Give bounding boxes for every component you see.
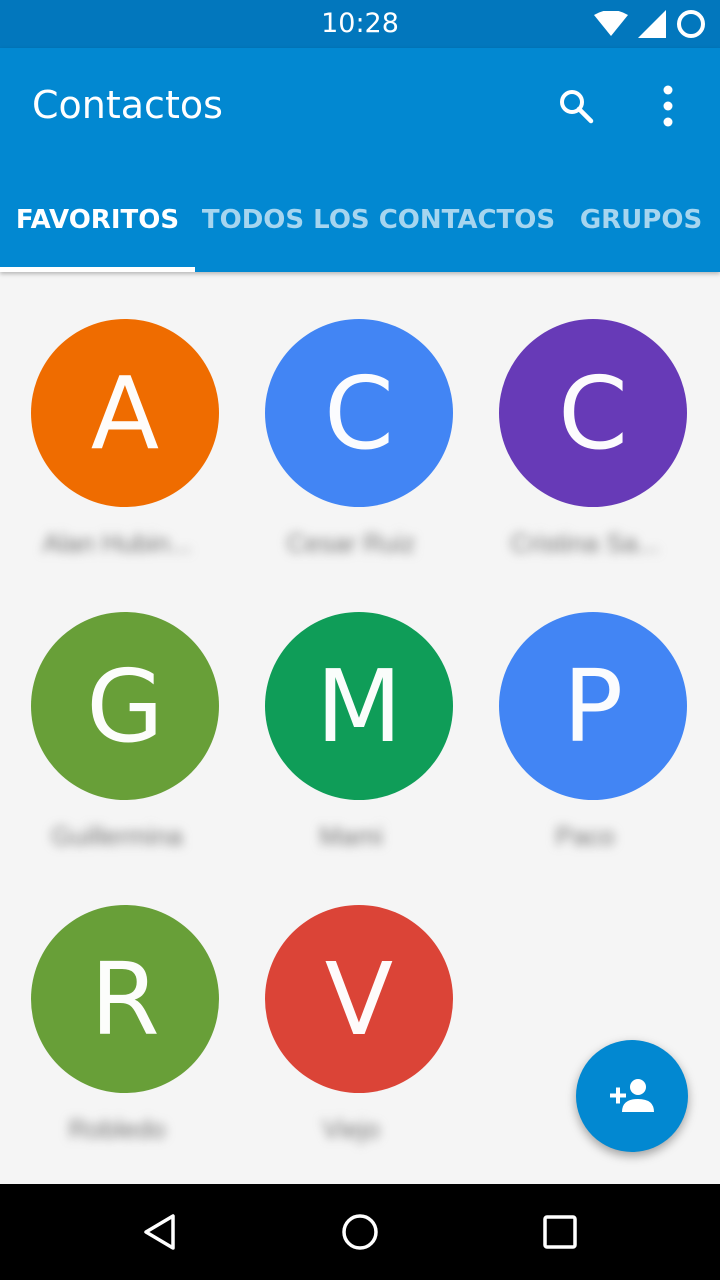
status-icons <box>594 9 706 39</box>
more-options-button[interactable] <box>640 78 696 134</box>
tab-bar: FAVORITOS TODOS LOS CONTACTOS GRUPOS <box>0 168 720 272</box>
avatar-letter: P <box>562 647 624 765</box>
back-icon <box>144 1214 175 1250</box>
contact-name: Cesar Ruiz <box>286 528 416 558</box>
recents-button[interactable] <box>530 1202 590 1262</box>
status-bar: 10:28 <box>0 0 720 48</box>
cell-signal-icon <box>638 10 666 38</box>
favorite-contact-tile[interactable]: R Robledo <box>0 858 234 1151</box>
avatar-letter: M <box>315 647 403 765</box>
contact-avatar: M <box>265 612 453 800</box>
avatar-letter: C <box>324 354 394 472</box>
favorite-contact-tile[interactable]: C Cristina Sa... <box>468 272 702 565</box>
contact-avatar: G <box>31 612 219 800</box>
favorite-contact-tile[interactable]: V Viejo <box>234 858 468 1151</box>
search-button[interactable] <box>548 78 604 134</box>
more-vert-icon <box>663 85 673 127</box>
app-title: Contactos <box>32 83 223 127</box>
contact-avatar: C <box>265 319 453 507</box>
wifi-icon <box>594 11 628 36</box>
app-bar: Contactos FAVORITOS TODOS LOS CONTACTOS … <box>0 48 720 272</box>
battery-ring-icon <box>677 10 705 38</box>
tab-todos-los-contactos[interactable]: TODOS LOS CONTACTOS <box>195 168 562 272</box>
favorite-contact-tile[interactable]: A Alan Hubin... <box>0 272 234 565</box>
avatar-letter: G <box>86 647 164 765</box>
contact-name: Cristina Sa... <box>510 528 660 558</box>
contact-name: Robledo <box>68 1114 166 1144</box>
avatar-letter: R <box>90 940 160 1058</box>
back-button[interactable] <box>130 1202 190 1262</box>
contact-avatar: A <box>31 319 219 507</box>
contact-avatar: R <box>31 905 219 1093</box>
favorite-contact-tile[interactable]: M Mami <box>234 565 468 858</box>
favorite-contact-tile[interactable]: P Paco <box>468 565 702 858</box>
contact-name: Guillermina <box>51 821 183 851</box>
avatar-letter: V <box>324 940 394 1058</box>
add-contact-fab[interactable] <box>576 1040 688 1152</box>
tab-favoritos[interactable]: FAVORITOS <box>0 168 195 272</box>
tab-grupos[interactable]: GRUPOS <box>562 168 720 272</box>
contact-name: Viejo <box>322 1114 380 1144</box>
avatar-letter: C <box>558 354 628 472</box>
add-person-icon <box>610 1079 654 1112</box>
home-icon <box>342 1214 378 1250</box>
contact-name: Mami <box>319 821 383 851</box>
favorite-contact-tile[interactable]: C Cesar Ruiz <box>234 272 468 565</box>
search-icon <box>560 90 594 124</box>
contact-avatar: C <box>499 319 687 507</box>
favorite-contact-tile[interactable]: G Guillermina <box>0 565 234 858</box>
contact-name: Alan Hubin... <box>42 528 192 558</box>
contact-avatar: P <box>499 612 687 800</box>
contact-name: Paco <box>555 821 615 851</box>
home-button[interactable] <box>330 1202 390 1262</box>
contact-avatar: V <box>265 905 453 1093</box>
recents-icon <box>543 1215 577 1249</box>
avatar-letter: A <box>90 354 160 472</box>
navigation-bar <box>0 1184 720 1280</box>
